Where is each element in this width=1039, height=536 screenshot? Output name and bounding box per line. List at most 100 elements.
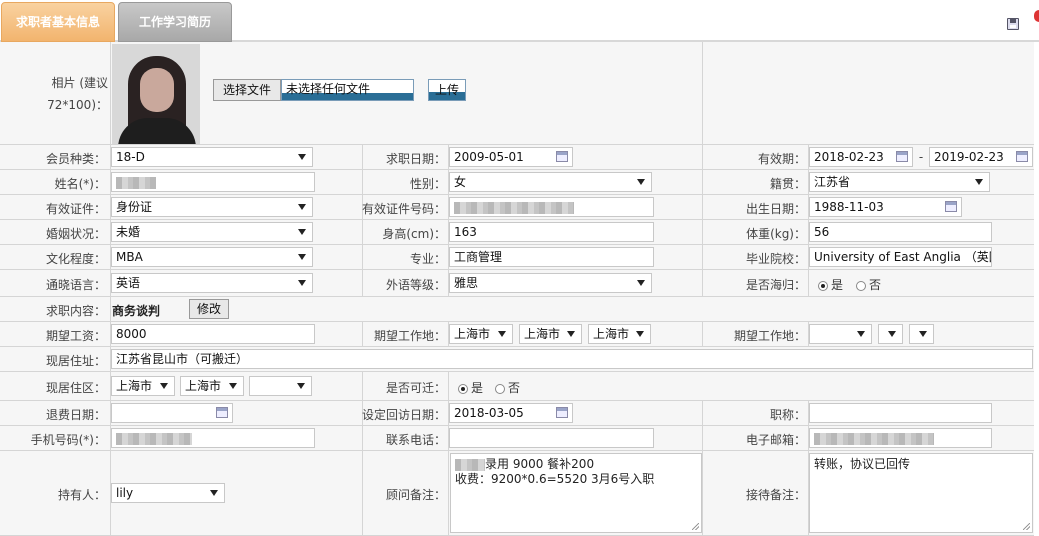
radio-selected-icon[interactable] [818, 280, 828, 291]
foreign-level-label: 外语等级： [385, 278, 446, 292]
calendar-icon[interactable] [1016, 151, 1028, 162]
row-job-content: 求职内容： 商务谈判 修改 [0, 297, 1034, 322]
work-location2-district-select[interactable] [909, 324, 934, 344]
reception-note-label: 接待备注： [745, 488, 806, 502]
tab-basic-info[interactable]: 求职者基本信息 [1, 2, 115, 42]
modify-button[interactable]: 修改 [189, 299, 229, 319]
relocate-label: 是否可迁： [385, 381, 446, 395]
applicant-photo [112, 44, 200, 144]
work-location-label: 期望工作地： [373, 329, 446, 343]
name-input[interactable] [111, 172, 315, 192]
valid-period-separator: - [918, 150, 924, 164]
calendar-icon[interactable] [556, 407, 568, 418]
resize-grip-icon[interactable] [692, 523, 699, 530]
holder-select[interactable]: lily [111, 483, 225, 503]
calendar-icon[interactable] [556, 151, 568, 162]
upload-button[interactable]: 上传 [428, 79, 466, 101]
id-doc-select[interactable]: 身份证 [111, 197, 313, 217]
id-doc-label: 有效证件： [45, 202, 106, 216]
name-label: 姓名(*)： [54, 177, 106, 191]
valid-to-input[interactable]: 2019-02-23 [929, 147, 1033, 167]
work-location-district-select[interactable]: 上海市 [588, 324, 651, 344]
refund-date-label: 退费日期： [45, 408, 106, 422]
residence-city-select[interactable]: 上海市 [180, 376, 244, 396]
row-address: 现居住址： 江苏省昆山市（可搬迁） [0, 347, 1034, 372]
native-place-label: 籍贯： [769, 177, 806, 191]
row-id: 有效证件： 身份证 有效证件号码： 出生日期： 1988-11-03 [0, 195, 1034, 220]
no-file-display: 未选择任何文件 [281, 79, 414, 101]
school-label: 毕业院校： [745, 252, 806, 266]
residence-district-select[interactable] [249, 376, 312, 396]
work-location-city-select[interactable]: 上海市 [519, 324, 582, 344]
refund-date-input[interactable] [111, 403, 233, 423]
height-label: 身高(cm)： [382, 227, 446, 241]
foreign-level-select[interactable]: 雅思 [449, 273, 652, 293]
row-education: 文化程度： MBA 专业： 工商管理 毕业院校： University of E… [0, 245, 1034, 270]
school-input[interactable]: University of East Anglia （英国 [809, 247, 992, 267]
calendar-icon[interactable] [216, 407, 228, 418]
marital-label: 婚姻状况： [45, 227, 106, 241]
salary-input[interactable]: 8000 [111, 324, 315, 344]
tab-work-study-history[interactable]: 工作学习简历 [118, 2, 232, 42]
id-number-label: 有效证件号码： [362, 202, 447, 216]
salary-label: 期望工资： [45, 329, 106, 343]
valid-period-label: 有效期： [757, 152, 806, 166]
language-label: 通晓语言： [45, 278, 106, 292]
revisit-date-input[interactable]: 2018-03-05 [449, 403, 573, 423]
job-content-value: 商务谈判 [112, 304, 161, 318]
residence-province-select[interactable]: 上海市 [111, 376, 175, 396]
row-notes: 持有人： lily 顾问备注： 录用 9000 餐补200 收费：9200*0.… [0, 451, 1034, 536]
photo-row: 相片 (建议 72*100)： 选择文件 未选择任何文件 上传 [0, 42, 1034, 145]
returnee-no-option[interactable]: 否 [856, 276, 881, 293]
choose-file-button[interactable]: 选择文件 [213, 79, 281, 101]
marital-select[interactable]: 未婚 [111, 222, 313, 242]
advisor-note-textarea[interactable]: 录用 9000 餐补200 收费：9200*0.6=5520 3月6号入职 [450, 453, 702, 533]
weight-input[interactable]: 56 [809, 222, 992, 242]
row-language: 通晓语言： 英语 外语等级： 雅思 是否海归： 是 否 [0, 270, 1034, 297]
language-select[interactable]: 英语 [111, 273, 313, 293]
id-number-input[interactable] [449, 197, 654, 217]
row-salary: 期望工资： 8000 期望工作地： 上海市 上海市 上海市 期望工作地： [0, 322, 1034, 347]
member-type-select[interactable]: 18-D [111, 147, 313, 167]
resize-grip-icon[interactable] [1023, 523, 1030, 530]
calendar-icon[interactable] [945, 201, 957, 212]
birth-date-input[interactable]: 1988-11-03 [809, 197, 962, 217]
mobile-input[interactable] [111, 428, 315, 448]
major-input[interactable]: 工商管理 [449, 247, 654, 267]
title-input[interactable] [809, 403, 992, 423]
job-date-label: 求职日期： [385, 152, 446, 166]
tab-bar: 求职者基本信息 工作学习简历 [0, 0, 1039, 42]
job-date-input[interactable]: 2009-05-01 [449, 147, 573, 167]
address-input[interactable]: 江苏省昆山市（可搬迁） [111, 349, 1033, 369]
save-icon[interactable] [1007, 18, 1019, 30]
radio-unselected-icon[interactable] [495, 383, 505, 394]
member-type-label: 会员种类： [45, 152, 106, 166]
radio-unselected-icon[interactable] [856, 280, 866, 291]
phone-input[interactable] [449, 428, 654, 448]
work-location2-city-select[interactable] [878, 324, 903, 344]
row-refund: 退费日期： 设定回访日期： 2018-03-05 职称： [0, 401, 1034, 426]
native-place-select[interactable]: 江苏省 [809, 172, 990, 192]
title-label: 职称： [769, 408, 806, 422]
reception-note-textarea[interactable]: 转账，协议已回传 [809, 453, 1033, 533]
photo-label-line2: 72*100)： [47, 98, 108, 112]
radio-selected-icon[interactable] [458, 383, 468, 394]
returnee-yes-option[interactable]: 是 [818, 276, 843, 293]
work-location2-province-select[interactable] [809, 324, 872, 344]
relocate-yes-option[interactable]: 是 [458, 379, 483, 396]
phone-label: 联系电话： [385, 433, 446, 447]
gender-select[interactable]: 女 [449, 172, 652, 192]
email-input[interactable] [809, 428, 992, 448]
holder-label: 持有人： [57, 488, 106, 502]
returnee-label: 是否海归： [745, 278, 806, 292]
major-label: 专业： [409, 252, 446, 266]
email-label: 电子邮箱： [745, 433, 806, 447]
education-select[interactable]: MBA [111, 247, 313, 267]
relocate-no-option[interactable]: 否 [495, 379, 520, 396]
height-input[interactable]: 163 [449, 222, 654, 242]
calendar-icon[interactable] [896, 151, 908, 162]
work-location-province-select[interactable]: 上海市 [449, 324, 513, 344]
valid-from-input[interactable]: 2018-02-23 [809, 147, 913, 167]
address-label: 现居住址： [45, 354, 106, 368]
residence-label: 现居住区： [45, 381, 106, 395]
